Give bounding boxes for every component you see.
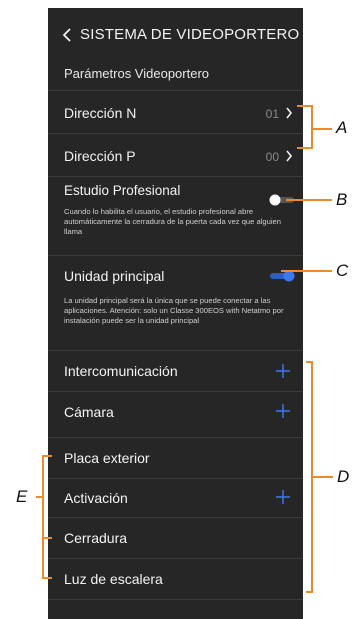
- address-row-n[interactable]: Dirección N 01: [48, 90, 303, 133]
- list-item-label: Cámara: [64, 404, 114, 420]
- address-n-value: 01: [265, 107, 279, 121]
- list-item-stair-light[interactable]: Luz de escalera: [48, 558, 303, 600]
- callout-label-c: C: [336, 261, 349, 280]
- studio-description: Cuando lo habilita el usuario, el estudi…: [64, 207, 281, 236]
- add-icon[interactable]: [275, 403, 291, 419]
- callout-label-b: B: [336, 190, 348, 209]
- list-item-label: Placa exterior: [64, 450, 150, 466]
- address-p-label: Dirección P: [64, 148, 136, 164]
- top-bar: [48, 0, 303, 8]
- list-item-label: Luz de escalera: [64, 571, 163, 587]
- list-item-intercom[interactable]: Intercomunicación: [48, 350, 303, 391]
- phone-screen: SISTEMA DE VIDEOPORTERO Parámetros Video…: [48, 0, 303, 619]
- list-item-outdoor-panel[interactable]: Placa exterior: [48, 437, 303, 478]
- header[interactable]: SISTEMA DE VIDEOPORTERO: [62, 26, 299, 43]
- chevron-left-icon[interactable]: [62, 27, 72, 43]
- address-p-value: 00: [265, 150, 279, 164]
- main-unit-section: Unidad principal La unidad principal ser…: [48, 255, 303, 336]
- chevron-right-icon: [286, 150, 293, 162]
- callout-label-e: E: [16, 487, 28, 506]
- studio-label: Estudio Profesional: [64, 183, 181, 198]
- list-item-label: Activación: [64, 490, 128, 506]
- list-item-camera[interactable]: Cámara: [48, 391, 303, 432]
- callout-label-d: D: [337, 467, 350, 486]
- address-n-label: Dirección N: [64, 105, 137, 121]
- page-title: SISTEMA DE VIDEOPORTERO: [80, 26, 300, 43]
- section-subtitle: Parámetros Videoportero: [64, 66, 210, 81]
- add-icon[interactable]: [275, 489, 291, 505]
- main-unit-description: La unidad principal será la única que se…: [64, 296, 284, 325]
- studio-section: Estudio Profesional Cuando lo habilita e…: [48, 176, 303, 245]
- list-item-lock[interactable]: Cerradura: [48, 517, 303, 558]
- list-item-label: Intercomunicación: [64, 363, 178, 379]
- list-item-activation[interactable]: Activación: [48, 478, 303, 517]
- chevron-right-icon: [286, 107, 293, 119]
- add-icon[interactable]: [275, 363, 291, 379]
- main-unit-toggle[interactable]: [268, 270, 296, 282]
- list-item-label: Cerradura: [64, 530, 128, 546]
- address-row-p[interactable]: Dirección P 00: [48, 133, 303, 176]
- studio-toggle[interactable]: [268, 194, 296, 206]
- callout-label-a: A: [336, 118, 348, 137]
- main-unit-label: Unidad principal: [64, 268, 165, 284]
